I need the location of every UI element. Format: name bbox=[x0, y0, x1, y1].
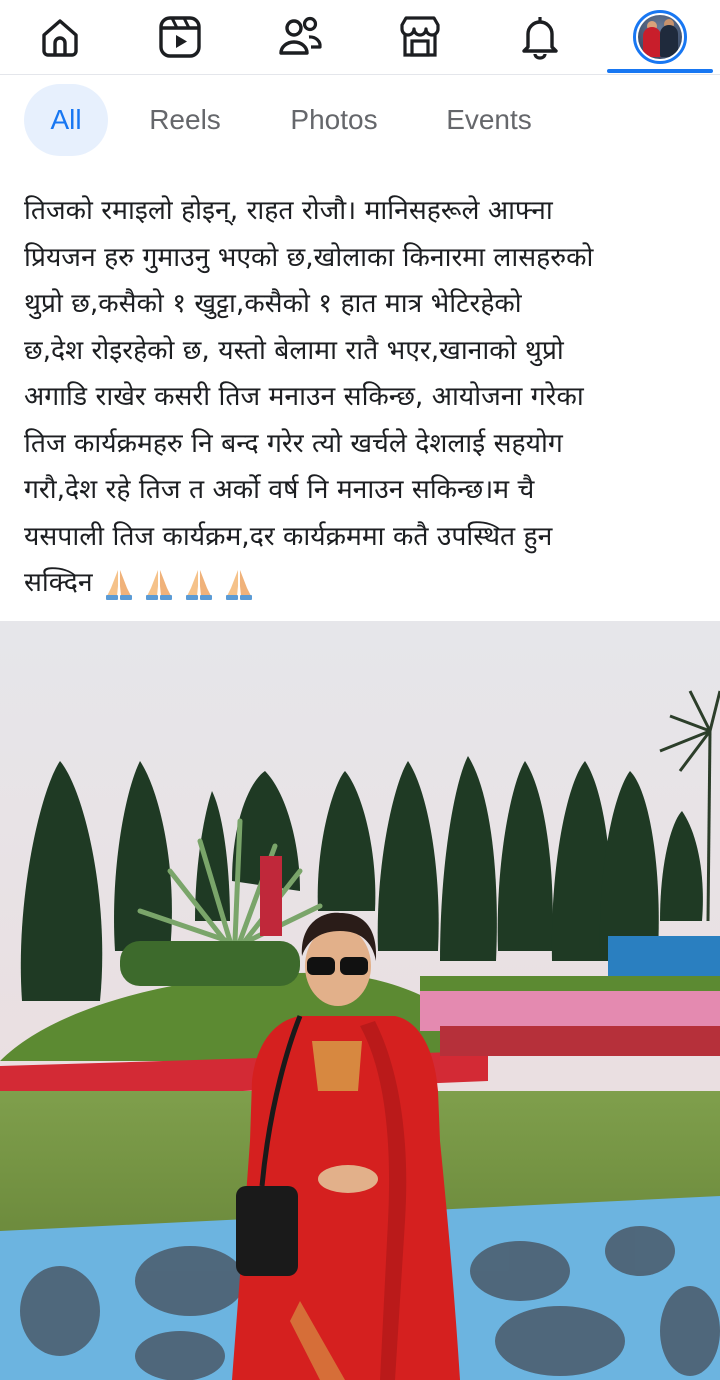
top-navigation bbox=[0, 0, 720, 75]
post-text: तिजको रमाइलो होइन्, राहत रोजौ। मानिसहरूल… bbox=[24, 188, 700, 607]
marketplace-icon bbox=[400, 16, 440, 57]
folded-hands-emoji bbox=[185, 569, 212, 600]
post-line: तिजको रमाइलो होइन्, राहत रोजौ। मानिसहरूल… bbox=[24, 195, 553, 226]
post-line: अगाडि राखेर कसरी तिज मनाउन सकिन्छ, आयोजन… bbox=[24, 381, 584, 412]
post-line: गरौ,देश रहे तिज त अर्को वर्ष नि मनाउन सक… bbox=[24, 474, 535, 505]
nav-marketplace-button[interactable] bbox=[360, 0, 480, 74]
post-photo[interactable] bbox=[0, 621, 720, 1380]
tab-reels[interactable]: Reels bbox=[132, 84, 238, 156]
post-line: तिज कार्यक्रमहरु नि बन्द गरेर त्यो खर्चल… bbox=[24, 427, 563, 459]
tab-all[interactable]: All bbox=[24, 84, 108, 156]
folded-hands-emoji bbox=[145, 569, 172, 600]
post-line: छ,देश रोइरहेको छ, यस्तो बेलामा रातै भएर,… bbox=[24, 334, 564, 366]
nav-profile-button[interactable] bbox=[600, 0, 720, 74]
nav-reels-button[interactable] bbox=[120, 0, 240, 74]
avatar bbox=[633, 10, 687, 64]
photo-illustration bbox=[0, 621, 720, 1380]
post-line-last: सक्दिन bbox=[24, 560, 700, 607]
folded-hands-emoji bbox=[105, 569, 132, 600]
folded-hands-emoji bbox=[225, 569, 252, 600]
emoji-row bbox=[101, 567, 261, 600]
filter-tabs: All Reels Photos Events bbox=[0, 80, 720, 160]
post-line: सक्दिन bbox=[24, 567, 93, 598]
nav-notifications-button[interactable] bbox=[480, 0, 600, 74]
video-icon bbox=[159, 16, 201, 58]
friends-icon bbox=[279, 16, 322, 55]
nav-friends-button[interactable] bbox=[240, 0, 360, 74]
home-icon bbox=[42, 19, 78, 57]
tab-events[interactable]: Events bbox=[430, 84, 548, 156]
post-line: प्रियजन हरु गुमाउनु भएको छ,खोलाका किनारम… bbox=[24, 241, 594, 273]
tab-photos[interactable]: Photos bbox=[270, 84, 398, 156]
post-line: यसपाली तिज कार्यक्रम,दर कार्यक्रममा कतै … bbox=[24, 520, 553, 552]
active-tab-indicator bbox=[607, 69, 713, 73]
post-line: थुप्रो छ,कसैको १ खुट्टा,कसैको १ हात मात्… bbox=[24, 288, 522, 319]
nav-home-button[interactable] bbox=[0, 0, 120, 74]
bell-icon bbox=[522, 17, 558, 60]
